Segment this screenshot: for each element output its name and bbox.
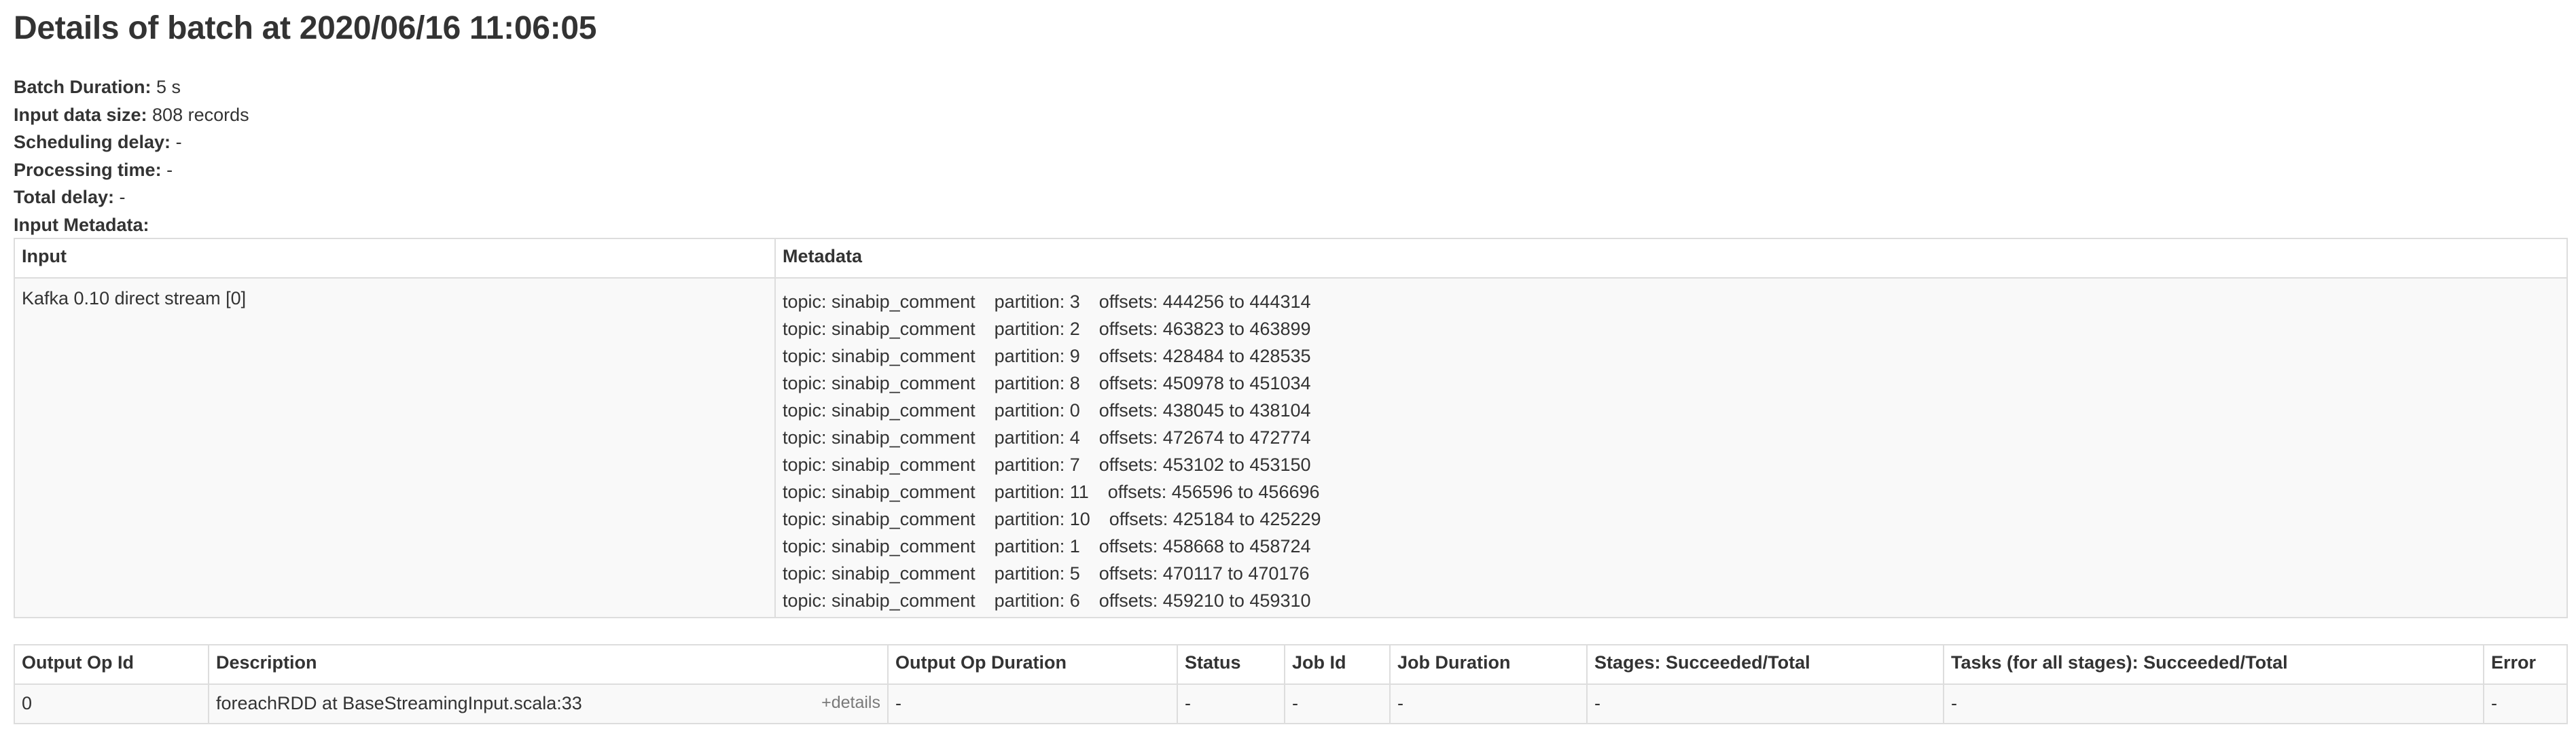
metadata-partition: partition: 1	[994, 536, 1080, 556]
cell-job-id: -	[1284, 683, 1391, 724]
metadata-offsets: offsets: 458668 to 458724	[1098, 536, 1311, 556]
cell-tasks: -	[1943, 683, 2484, 724]
metadata-line: topic: sinabip_comment partition: 1 offset…	[783, 533, 2560, 560]
summary-label: Total delay:	[14, 187, 115, 207]
metadata-topic: topic: sinabip_comment	[783, 373, 976, 393]
metadata-topic: topic: sinabip_comment	[783, 482, 976, 502]
metadata-partition: partition: 4	[994, 427, 1080, 448]
column-header-stages[interactable]: Stages: Succeeded/Total	[1586, 644, 1944, 685]
metadata-offsets: offsets: 450978 to 451034	[1098, 373, 1311, 393]
table-header-row: Input Metadata	[14, 238, 2568, 279]
cell-output-op-duration: -	[887, 683, 1178, 724]
metadata-offsets: offsets: 438045 to 438104	[1098, 400, 1311, 421]
page-title: Details of batch at 2020/06/16 11:06:05	[14, 10, 597, 46]
column-header-error[interactable]: Error	[2483, 644, 2568, 685]
summary-value: 5 s	[156, 77, 181, 97]
column-header-input[interactable]: Input	[14, 238, 776, 279]
metadata-line: topic: sinabip_comment partition: 11 offse…	[783, 478, 2560, 505]
metadata-partition: partition: 7	[994, 455, 1080, 475]
metadata-partition: partition: 10	[994, 509, 1090, 529]
column-header-output-op-id[interactable]: Output Op Id	[14, 644, 209, 685]
metadata-line: topic: sinabip_comment partition: 2 offset…	[783, 315, 2560, 342]
batch-details-page: Details of batch at 2020/06/16 11:06:05 …	[0, 0, 2576, 746]
summary-label: Input data size:	[14, 104, 147, 125]
summary-value: -	[166, 159, 173, 180]
summary-value: 808 records	[152, 104, 249, 125]
summary-label: Input Metadata:	[14, 214, 149, 235]
summary-batch-duration: Batch Duration: 5 s	[14, 73, 249, 101]
table-row: 0 foreachRDD at BaseStreamingInput.scala…	[14, 683, 2568, 724]
metadata-topic: topic: sinabip_comment	[783, 563, 976, 584]
metadata-partition: partition: 11	[994, 482, 1089, 502]
metadata-partition: partition: 9	[994, 346, 1080, 366]
table-row: Kafka 0.10 direct stream [0] topic: sina…	[14, 277, 2568, 618]
metadata-offsets: offsets: 470117 to 470176	[1098, 563, 1310, 584]
column-header-description[interactable]: Description	[208, 644, 889, 685]
metadata-line: topic: sinabip_comment partition: 5 offset…	[783, 560, 2560, 587]
metadata-offsets: offsets: 472674 to 472774	[1098, 427, 1311, 448]
details-link[interactable]: +details	[821, 693, 880, 713]
metadata-line: topic: sinabip_comment partition: 10 offse…	[783, 505, 2560, 533]
metadata-cell: topic: sinabip_comment partition: 3 offset…	[774, 277, 2568, 618]
summary-label: Processing time:	[14, 159, 162, 180]
metadata-topic: topic: sinabip_comment	[783, 509, 976, 529]
summary-value: -	[175, 132, 182, 152]
metadata-topic: topic: sinabip_comment	[783, 346, 976, 366]
summary-processing-time: Processing time: -	[14, 156, 249, 184]
metadata-line: topic: sinabip_comment partition: 8 offset…	[783, 370, 2560, 397]
cell-description: foreachRDD at BaseStreamingInput.scala:3…	[208, 683, 889, 724]
cell-job-duration: -	[1389, 683, 1588, 724]
metadata-topic: topic: sinabip_comment	[783, 319, 976, 339]
summary-input-metadata: Input Metadata:	[14, 211, 249, 239]
metadata-offsets: offsets: 425184 to 425229	[1109, 509, 1321, 529]
metadata-partition: partition: 2	[994, 319, 1080, 339]
summary-scheduling-delay: Scheduling delay: -	[14, 128, 249, 156]
table-header-row: Output Op Id Description Output Op Durat…	[14, 644, 2568, 685]
metadata-topic: topic: sinabip_comment	[783, 427, 976, 448]
metadata-partition: partition: 6	[994, 590, 1080, 611]
summary-label: Scheduling delay:	[14, 132, 171, 152]
metadata-topic: topic: sinabip_comment	[783, 400, 976, 421]
summary-input-data-size: Input data size: 808 records	[14, 101, 249, 129]
description-text: foreachRDD at BaseStreamingInput.scala:3…	[216, 693, 582, 713]
metadata-partition: partition: 0	[994, 400, 1080, 421]
column-header-status[interactable]: Status	[1177, 644, 1285, 685]
metadata-partition: partition: 8	[994, 373, 1080, 393]
column-header-tasks[interactable]: Tasks (for all stages): Succeeded/Total	[1943, 644, 2484, 685]
metadata-offsets: offsets: 463823 to 463899	[1098, 319, 1311, 339]
batch-summary: Batch Duration: 5 s Input data size: 808…	[14, 73, 249, 238]
metadata-offsets: offsets: 459210 to 459310	[1098, 590, 1311, 611]
column-header-job-id[interactable]: Job Id	[1284, 644, 1391, 685]
metadata-line: topic: sinabip_comment partition: 6 offset…	[783, 587, 2560, 614]
column-header-metadata[interactable]: Metadata	[774, 238, 2568, 279]
metadata-offsets: offsets: 444256 to 444314	[1098, 291, 1311, 312]
output-ops-table: Output Op Id Description Output Op Durat…	[14, 644, 2568, 724]
summary-total-delay: Total delay: -	[14, 183, 249, 211]
cell-stages: -	[1586, 683, 1944, 724]
metadata-line: topic: sinabip_comment partition: 4 offset…	[783, 424, 2560, 451]
metadata-line: topic: sinabip_comment partition: 9 offset…	[783, 342, 2560, 370]
column-header-job-duration[interactable]: Job Duration	[1389, 644, 1588, 685]
cell-status: -	[1177, 683, 1285, 724]
summary-value: -	[119, 187, 126, 207]
metadata-offsets: offsets: 456596 to 456696	[1107, 482, 1320, 502]
metadata-topic: topic: sinabip_comment	[783, 291, 976, 312]
metadata-partition: partition: 5	[994, 563, 1080, 584]
input-source-cell: Kafka 0.10 direct stream [0]	[14, 277, 776, 618]
input-metadata-table: Input Metadata Kafka 0.10 direct stream …	[14, 238, 2568, 618]
cell-error: -	[2483, 683, 2568, 724]
metadata-line: topic: sinabip_comment partition: 7 offset…	[783, 451, 2560, 478]
column-header-output-op-duration[interactable]: Output Op Duration	[887, 644, 1178, 685]
metadata-partition: partition: 3	[994, 291, 1080, 312]
metadata-offsets: offsets: 453102 to 453150	[1098, 455, 1311, 475]
cell-output-op-id: 0	[14, 683, 209, 724]
metadata-line: topic: sinabip_comment partition: 0 offset…	[783, 397, 2560, 424]
metadata-line: topic: sinabip_comment partition: 3 offset…	[783, 288, 2560, 315]
metadata-topic: topic: sinabip_comment	[783, 590, 976, 611]
metadata-topic: topic: sinabip_comment	[783, 536, 976, 556]
metadata-offsets: offsets: 428484 to 428535	[1098, 346, 1311, 366]
summary-label: Batch Duration:	[14, 77, 151, 97]
metadata-topic: topic: sinabip_comment	[783, 455, 976, 475]
